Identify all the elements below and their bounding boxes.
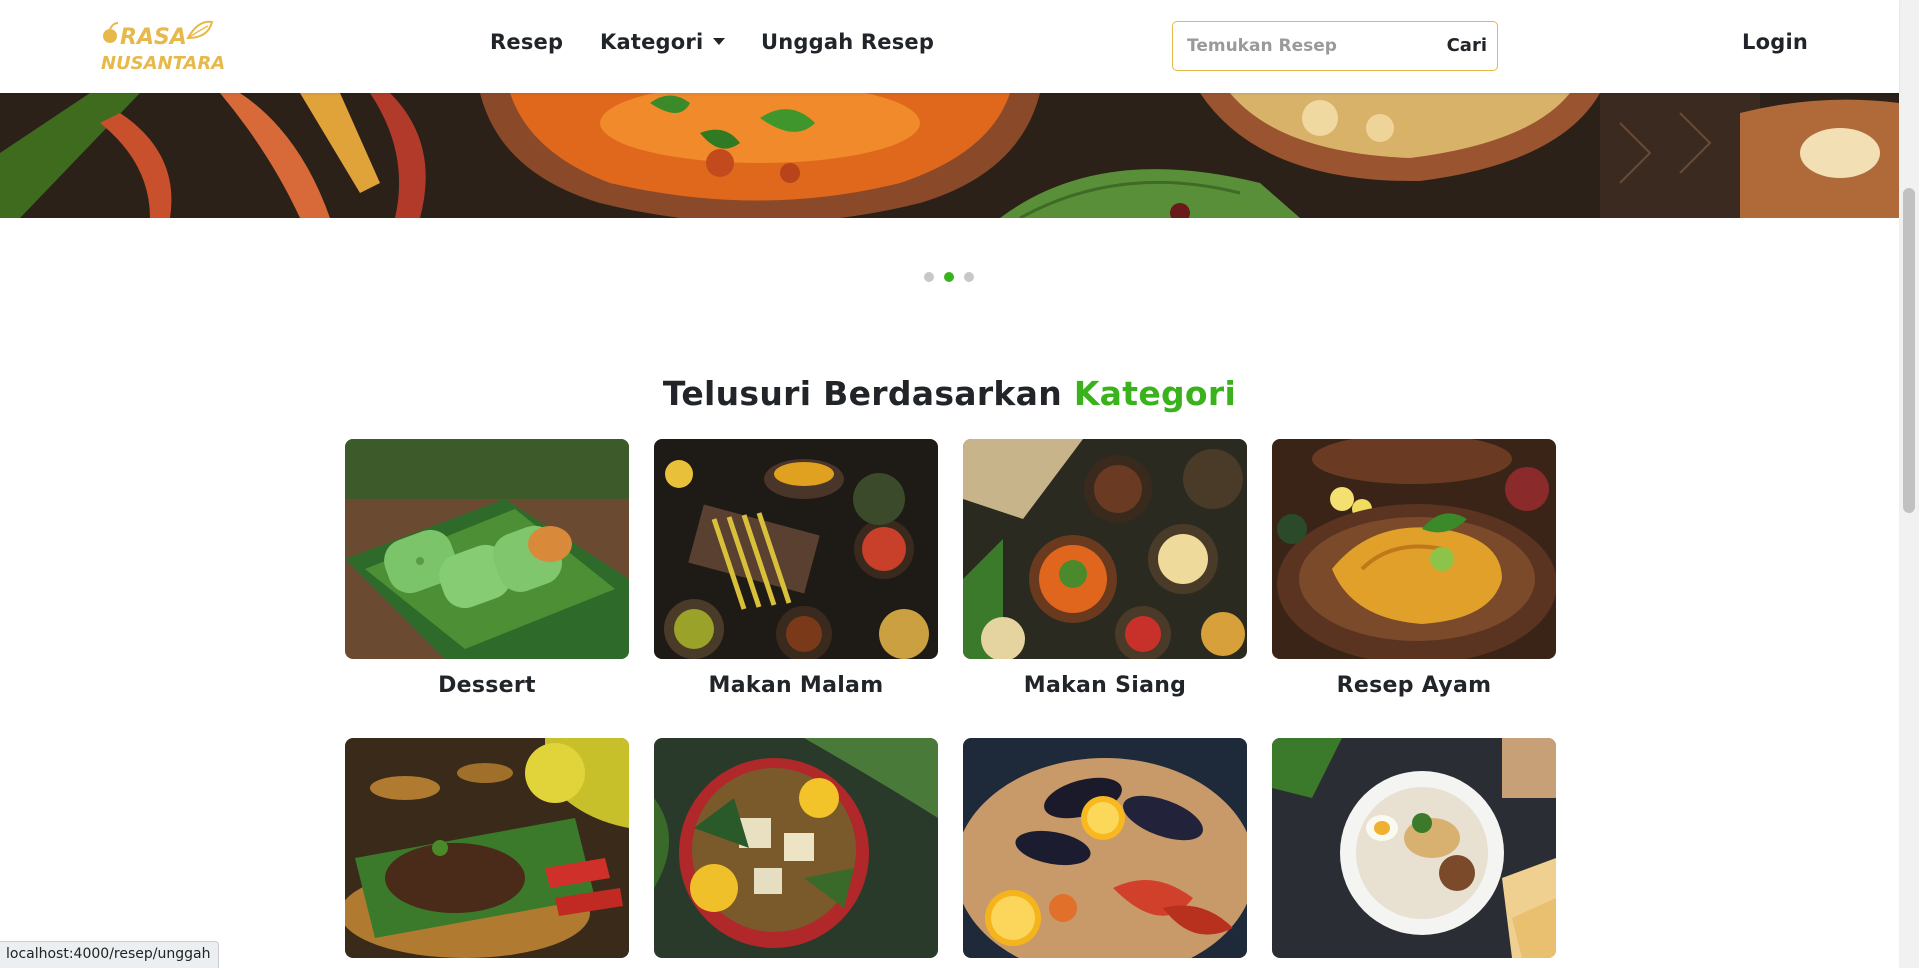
- category-image: [963, 738, 1247, 958]
- category-card-6[interactable]: [654, 738, 938, 968]
- nav-unggah-resep-link[interactable]: Unggah Resep: [761, 30, 934, 54]
- section-title-main: Telusuri Berdasarkan: [662, 374, 1063, 413]
- carousel-indicator-1[interactable]: [924, 272, 934, 282]
- category-image: [1272, 738, 1556, 958]
- svg-text:RASA: RASA: [120, 25, 187, 50]
- carousel-indicator-2[interactable]: [944, 272, 954, 282]
- chevron-down-icon: [713, 37, 726, 45]
- carousel-indicator-3[interactable]: [964, 272, 974, 282]
- category-image: [345, 738, 629, 958]
- category-card-resep-ayam[interactable]: Resep Ayam: [1272, 439, 1556, 698]
- category-image: [654, 439, 938, 659]
- svg-text:NUSANTARA: NUSANTARA: [101, 53, 225, 74]
- category-card-8[interactable]: [1272, 738, 1556, 968]
- category-card-makan-siang[interactable]: Makan Siang: [963, 439, 1247, 698]
- category-label: Makan Siang: [1023, 673, 1187, 698]
- category-image: [345, 439, 629, 659]
- scrollbar-thumb[interactable]: [1903, 188, 1915, 513]
- category-image: [1272, 439, 1556, 659]
- nav-kategori-label: Kategori: [600, 30, 704, 54]
- carousel-indicators: [924, 272, 974, 284]
- page-scrollbar[interactable]: [1899, 0, 1919, 968]
- page: RASA NUSANTARA Resep Kategori Unggah Res…: [0, 0, 1919, 968]
- navbar: RASA NUSANTARA Resep Kategori Unggah Res…: [0, 0, 1899, 93]
- brand-logo[interactable]: RASA NUSANTARA: [100, 14, 228, 78]
- search-form: Cari: [1172, 21, 1498, 71]
- category-card-7[interactable]: [963, 738, 1247, 968]
- category-label: Dessert: [438, 673, 536, 698]
- category-label: Makan Malam: [708, 673, 884, 698]
- category-card-dessert[interactable]: Dessert: [345, 439, 629, 698]
- login-link[interactable]: Login: [1742, 30, 1808, 54]
- search-button[interactable]: Cari: [1447, 35, 1487, 56]
- category-card-makan-malam[interactable]: Makan Malam: [654, 439, 938, 698]
- nav-resep-link[interactable]: Resep: [490, 30, 563, 54]
- category-label: Resep Ayam: [1336, 673, 1492, 698]
- category-image: [654, 738, 938, 958]
- category-image: [963, 439, 1247, 659]
- category-section-title: Telusuri Berdasarkan Kategori: [0, 374, 1899, 413]
- category-card-5[interactable]: [345, 738, 629, 968]
- hero-carousel-image[interactable]: [0, 93, 1899, 218]
- search-input[interactable]: [1181, 30, 1411, 62]
- section-title-accent: Kategori: [1073, 374, 1237, 413]
- browser-status-url: localhost:4000/resep/unggah: [0, 941, 220, 968]
- nav-kategori-dropdown[interactable]: Kategori: [600, 30, 726, 54]
